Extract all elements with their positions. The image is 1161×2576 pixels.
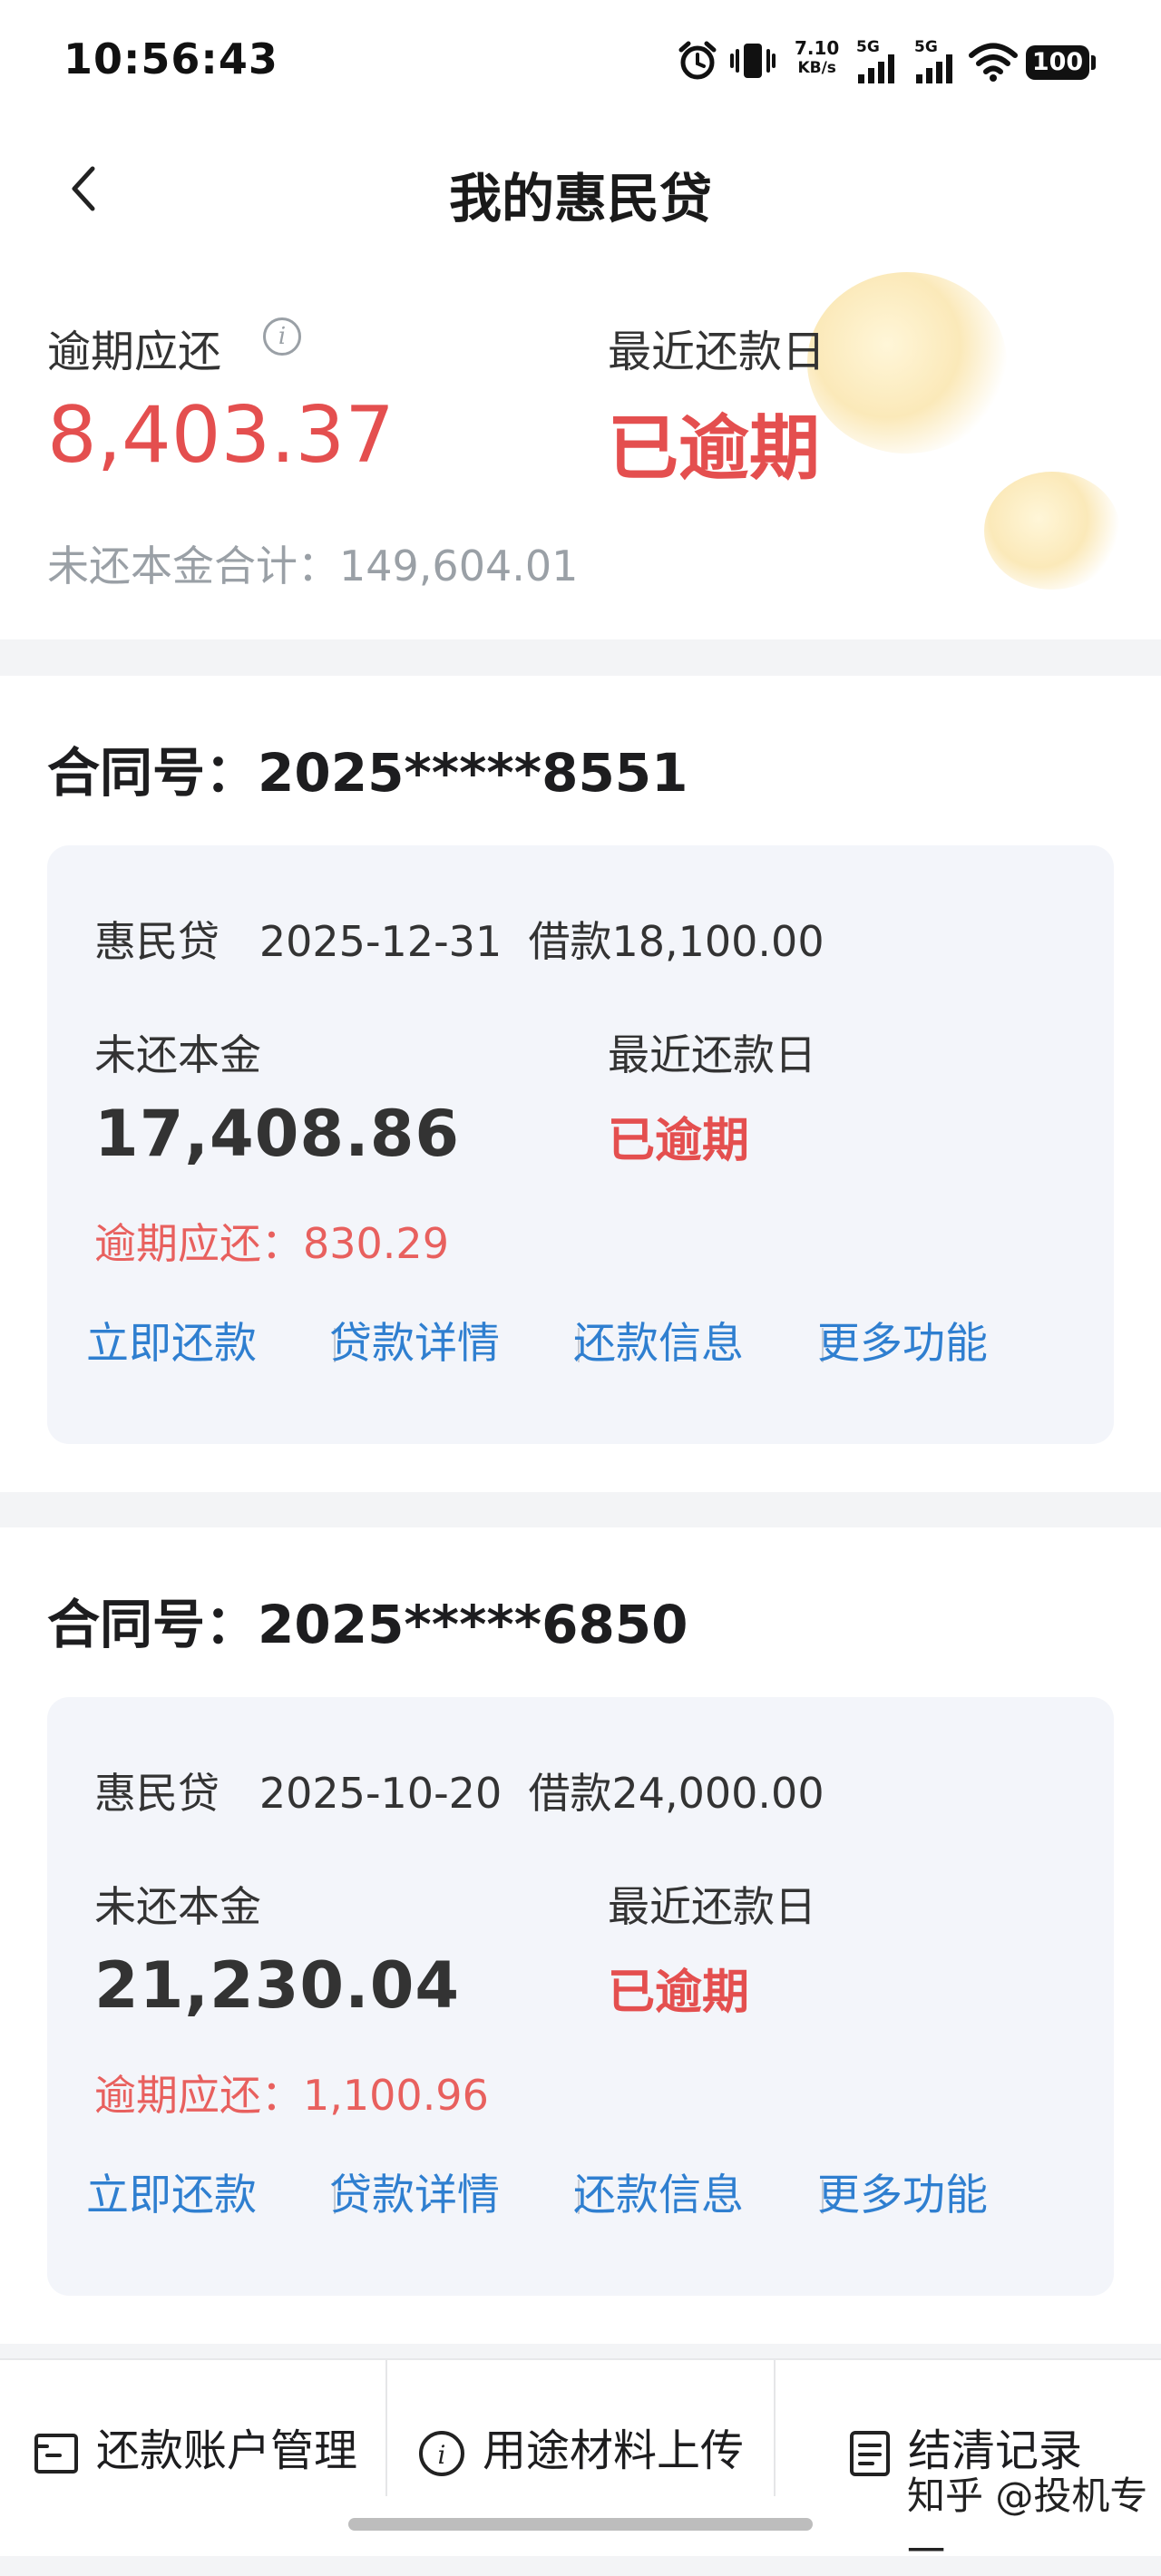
watermark: 知乎 @投机专一 (907, 2474, 1148, 2573)
overdue-amount: 逾期应还：1,100.96 (94, 2071, 489, 2120)
page-title: 我的惠民贷 (448, 168, 712, 229)
battery-tip (1091, 55, 1096, 70)
decorative-coin-small (984, 472, 1120, 590)
bottom-item-label: 还款账户管理 (96, 2425, 358, 2476)
signal-icon (858, 54, 894, 83)
contract-section: 合同号：2025*****6850 惠民贷 2025-10-20 借款24,00… (0, 1527, 1161, 2344)
loan-product: 惠民贷 (94, 1769, 220, 1818)
more-functions-link[interactable]: 更多功能 (780, 2160, 1025, 2232)
loan-date: 2025-10-20 (259, 1769, 502, 1818)
document-icon (850, 2431, 890, 2476)
repayment-info-link[interactable]: 还款信息 (536, 1308, 781, 1381)
svg-text:i: i (438, 2440, 446, 2470)
overdue-label: 逾期应还 (47, 327, 222, 377)
alarm-icon (678, 41, 717, 80)
vibrate-icon (730, 44, 776, 78)
loan-details-link[interactable]: 贷款详情 (292, 2160, 537, 2232)
material-upload-button[interactable]: i 用途材料上传 (417, 2415, 744, 2487)
network-type-1: 5G (856, 38, 880, 56)
repayment-status: 已逾期 (608, 1114, 750, 1168)
card-actions: 立即还款 贷款详情 还款信息 更多功能 (47, 2160, 1114, 2232)
info-icon: i (419, 2431, 464, 2476)
signal-icon-2 (916, 54, 952, 83)
repayment-status: 已逾期 (608, 1966, 750, 2020)
network-type-2: 5G (914, 38, 938, 56)
contract-section: 合同号：2025*****8551 惠民贷 2025-12-31 借款18,10… (0, 676, 1161, 1492)
repayment-info-link[interactable]: 还款信息 (536, 2160, 781, 2232)
bottom-item-label: 用途材料上传 (483, 2425, 745, 2476)
loan-details-link[interactable]: 贷款详情 (292, 1308, 537, 1381)
decorative-coin (807, 272, 1007, 454)
principal-label: 未还本金 (94, 1030, 261, 1079)
overdue-summary: 逾期应还 i 8,403.37 最近还款日 已逾期 未还本金合计：149,604… (0, 236, 1161, 639)
principal-value: 21,230.04 (94, 1948, 461, 2023)
repay-now-link[interactable]: 立即还款 (49, 2160, 294, 2232)
info-icon[interactable]: i (263, 317, 301, 356)
principal-total: 未还本金合计：149,604.01 (47, 542, 579, 590)
loan-card: 惠民贷 2025-12-31 借款18,100.00 未还本金 最近还款日 17… (47, 845, 1114, 1444)
account-icon (34, 2434, 78, 2474)
more-functions-link[interactable]: 更多功能 (780, 1308, 1025, 1381)
principal-value: 17,408.86 (94, 1097, 461, 1171)
overdue-amount: 8,403.37 (47, 390, 395, 481)
contract-number: 合同号：2025*****8551 (47, 742, 688, 804)
account-management-button[interactable]: 还款账户管理 (33, 2415, 357, 2487)
loan-card: 惠民贷 2025-10-20 借款24,000.00 未还本金 最近还款日 21… (47, 1697, 1114, 2296)
loan-amount: 借款18,100.00 (528, 917, 824, 966)
bottom-divider (385, 2360, 387, 2496)
card-actions: 立即还款 贷款详情 还款信息 更多功能 (47, 1308, 1114, 1381)
loan-date: 2025-12-31 (259, 917, 502, 966)
bottom-divider (774, 2360, 776, 2496)
network-speed: 7.10 KB/s (795, 37, 840, 77)
recent-repayment-label: 最近还款日 (608, 1882, 816, 1931)
wifi-icon (969, 43, 1018, 82)
recent-repayment-status: 已逾期 (608, 408, 821, 490)
principal-label: 未还本金 (94, 1882, 261, 1931)
recent-repayment-label: 最近还款日 (608, 1030, 816, 1079)
home-indicator[interactable] (348, 2518, 813, 2531)
repay-now-link[interactable]: 立即还款 (49, 1308, 294, 1381)
loan-meta: 惠民贷 2025-12-31 借款18,100.00 (94, 909, 824, 969)
loan-meta: 惠民贷 2025-10-20 借款24,000.00 (94, 1761, 824, 1820)
status-bar: 10:56:43 7.10 KB/s 5G 5G 100 (0, 0, 1161, 127)
recent-repayment-label: 最近还款日 (608, 327, 826, 377)
battery-indicator: 100 (1026, 45, 1089, 80)
contract-number: 合同号：2025*****6850 (47, 1594, 688, 1655)
overdue-amount: 逾期应还：830.29 (94, 1219, 449, 1268)
navigation-header: 我的惠民贷 (0, 127, 1161, 236)
loan-product: 惠民贷 (94, 917, 220, 966)
status-time: 10:56:43 (63, 34, 278, 83)
loan-amount: 借款24,000.00 (528, 1769, 824, 1818)
